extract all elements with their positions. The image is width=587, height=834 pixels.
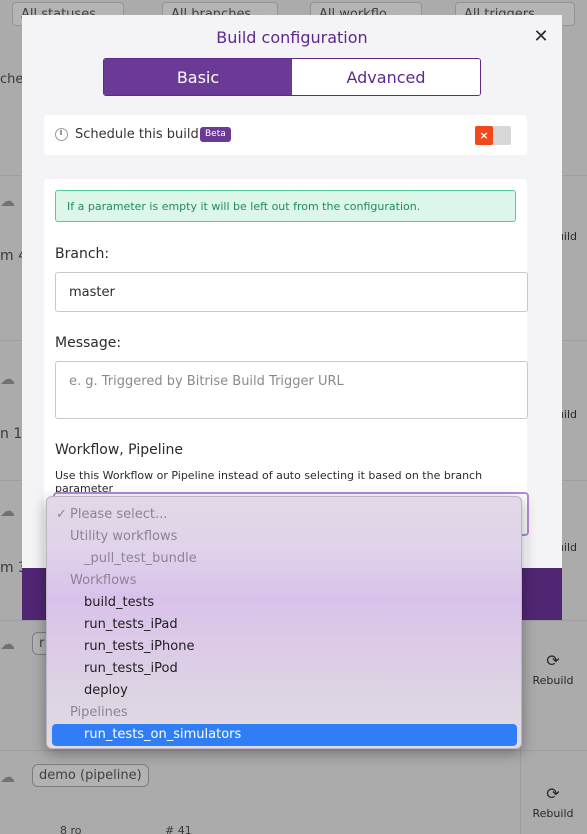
dropdown-option-run-tests-iphone[interactable]: run_tests_iPhone (52, 636, 517, 658)
tab-advanced[interactable]: Advanced (292, 59, 480, 95)
dropdown-option-run-tests-ipod[interactable]: run_tests_iPod (52, 658, 517, 680)
beta-badge: Beta (200, 127, 231, 142)
tab-bar: Basic Advanced (103, 58, 481, 96)
empty-parameter-notice: If a parameter is empty it will be left … (55, 190, 516, 222)
workflow-label: Workflow, Pipeline (55, 442, 183, 458)
dropdown-group-utility: Utility workflows (70, 529, 178, 544)
dropdown-group-workflows: Workflows (70, 573, 137, 588)
dropdown-option-pull-test-bundle: _pull_test_bundle (84, 551, 197, 566)
placeholder-label: Please select... (70, 507, 168, 522)
schedule-label: Schedule this build (75, 127, 199, 142)
workflow-dropdown-list: ✓ Please select... Utility workflows _pul… (46, 496, 522, 749)
message-label: Message: (55, 335, 122, 351)
close-icon[interactable]: ✕ (530, 26, 552, 48)
checkmark-icon: ✓ (56, 507, 67, 522)
modal-title: Build configuration (216, 28, 368, 47)
clock-icon (55, 128, 68, 141)
dropdown-group-pipelines: Pipelines (70, 705, 128, 720)
schedule-toggle[interactable]: × (475, 126, 511, 145)
dropdown-option-build-tests[interactable]: build_tests (52, 592, 517, 614)
branch-label: Branch: (55, 246, 110, 262)
toggle-off-icon: × (475, 126, 493, 145)
message-input[interactable] (55, 361, 528, 419)
branch-input[interactable] (55, 272, 528, 312)
dropdown-option-placeholder[interactable]: ✓ Please select... (52, 504, 517, 526)
dropdown-option-run-tests-on-simulators[interactable]: run_tests_on_simulators (52, 724, 517, 746)
dropdown-option-deploy[interactable]: deploy (52, 680, 517, 702)
dropdown-option-run-tests-ipad[interactable]: run_tests_iPad (52, 614, 517, 636)
schedule-card: Schedule this build Beta × (44, 115, 527, 155)
build-configuration-modal: Build configuration ✕ Basic Advanced Sch… (22, 15, 562, 568)
tab-basic[interactable]: Basic (104, 59, 292, 95)
